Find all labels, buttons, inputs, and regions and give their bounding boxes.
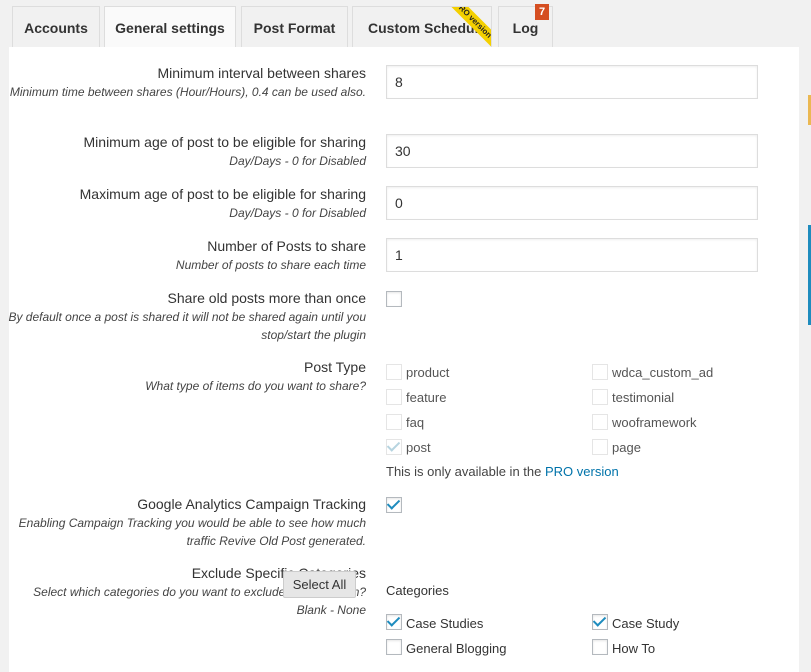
max-age-label: Maximum age of post to be eligible for s… <box>79 186 366 202</box>
post-type-option-wooframework: wooframework <box>612 415 697 430</box>
tab-post-format[interactable]: Post Format <box>241 6 348 48</box>
min-age-label-block: Minimum age of post to be eligible for s… <box>6 133 366 170</box>
check-icon <box>386 613 401 627</box>
tab-label: Custom Schedule <box>368 19 487 36</box>
ga-label: Google Analytics Campaign Tracking <box>137 496 366 512</box>
tab-general-settings[interactable]: General settings <box>104 6 236 49</box>
ga-desc: Enabling Campaign Tracking you would be … <box>18 516 366 548</box>
post-type-checkbox-wdca-custom-ad[interactable] <box>592 364 608 380</box>
post-type-checkbox-feature[interactable] <box>386 389 402 405</box>
log-count-badge: 7 <box>535 4 549 20</box>
min-interval-label: Minimum interval between shares <box>157 65 366 81</box>
tab-log[interactable]: Log 7 <box>498 4 553 48</box>
tab-accounts[interactable]: Accounts <box>12 6 100 48</box>
post-type-checkbox-page[interactable] <box>592 439 608 455</box>
category-checkbox-case-study[interactable] <box>592 613 608 630</box>
category-case-studies: Case Studies <box>406 616 484 631</box>
category-checkbox-general-blogging[interactable] <box>386 639 402 655</box>
category-how-to: How To <box>612 641 656 656</box>
ga-checkbox[interactable] <box>386 496 402 513</box>
min-interval-input[interactable]: 8 <box>386 65 758 99</box>
share-more-desc: By default once a post is shared it will… <box>8 310 366 342</box>
tab-label: General settings <box>115 20 225 36</box>
num-posts-desc: Number of posts to share each time <box>175 258 366 272</box>
post-type-option-page: page <box>612 440 641 455</box>
post-type-option-post: post <box>406 440 431 455</box>
share-more-checkbox[interactable] <box>386 291 402 307</box>
post-type-desc: What type of items do you want to share? <box>145 379 366 393</box>
num-posts-input[interactable]: 1 <box>386 238 758 272</box>
tab-label: Accounts <box>24 19 88 36</box>
pro-only-note: This is only available in the PRO versio… <box>386 464 619 479</box>
tab-bar: Accounts General settings Post Format Cu… <box>0 0 811 49</box>
categories-heading: Categories <box>386 583 449 598</box>
pro-only-note-text: This is only available in the <box>386 464 545 479</box>
share-more-label-block: Share old posts more than once By defaul… <box>6 289 366 344</box>
category-checkbox-how-to[interactable] <box>592 639 608 655</box>
post-type-option-faq: faq <box>406 415 425 430</box>
post-type-option-feature: feature <box>406 390 447 405</box>
select-all-button[interactable]: Select All <box>283 571 356 598</box>
min-age-label: Minimum age of post to be eligible for s… <box>83 134 366 150</box>
tab-label: Log <box>512 19 539 36</box>
post-type-checkbox-product[interactable] <box>386 364 402 380</box>
post-type-checkbox-testimonial[interactable] <box>592 389 608 405</box>
ga-label-block: Google Analytics Campaign Tracking Enabl… <box>6 495 366 550</box>
num-posts-label-block: Number of Posts to share Number of posts… <box>6 237 366 274</box>
check-icon <box>386 496 401 510</box>
post-type-option-testimonial: testimonial <box>612 390 675 405</box>
post-type-checkbox-faq[interactable] <box>386 414 402 430</box>
category-case-study: Case Study <box>612 616 680 631</box>
post-type-option-product: product <box>406 365 450 380</box>
pro-version-link[interactable]: PRO version <box>545 464 619 479</box>
category-checkbox-case-studies[interactable] <box>386 613 402 630</box>
post-type-label-block: Post Type What type of items do you want… <box>6 358 366 395</box>
post-type-option-wdca-custom-ad: wdca_custom_ad <box>612 365 714 380</box>
category-general-blogging: General Blogging <box>406 641 507 656</box>
post-type-checkbox-wooframework[interactable] <box>592 414 608 430</box>
share-more-label: Share old posts more than once <box>167 290 366 306</box>
tab-label: Post Format <box>253 19 336 36</box>
min-age-desc: Day/Days - 0 for Disabled <box>229 154 366 168</box>
max-age-input[interactable]: 0 <box>386 186 758 220</box>
check-icon <box>592 613 607 627</box>
post-type-label: Post Type <box>303 359 366 375</box>
tab-custom-schedule[interactable]: Custom Schedule PRO version <box>352 6 492 48</box>
min-interval-label-block: Minimum interval between shares Minimum … <box>6 64 366 101</box>
post-type-checkbox-post[interactable] <box>386 438 402 455</box>
max-age-label-block: Maximum age of post to be eligible for s… <box>6 185 366 222</box>
num-posts-label: Number of Posts to share <box>207 238 366 254</box>
min-interval-desc: Minimum time between shares (Hour/Hours)… <box>9 85 366 99</box>
min-age-input[interactable]: 30 <box>386 134 758 168</box>
check-icon <box>386 438 401 452</box>
max-age-desc: Day/Days - 0 for Disabled <box>229 206 366 220</box>
exclude-desc-blank: Blank - None <box>296 603 366 617</box>
